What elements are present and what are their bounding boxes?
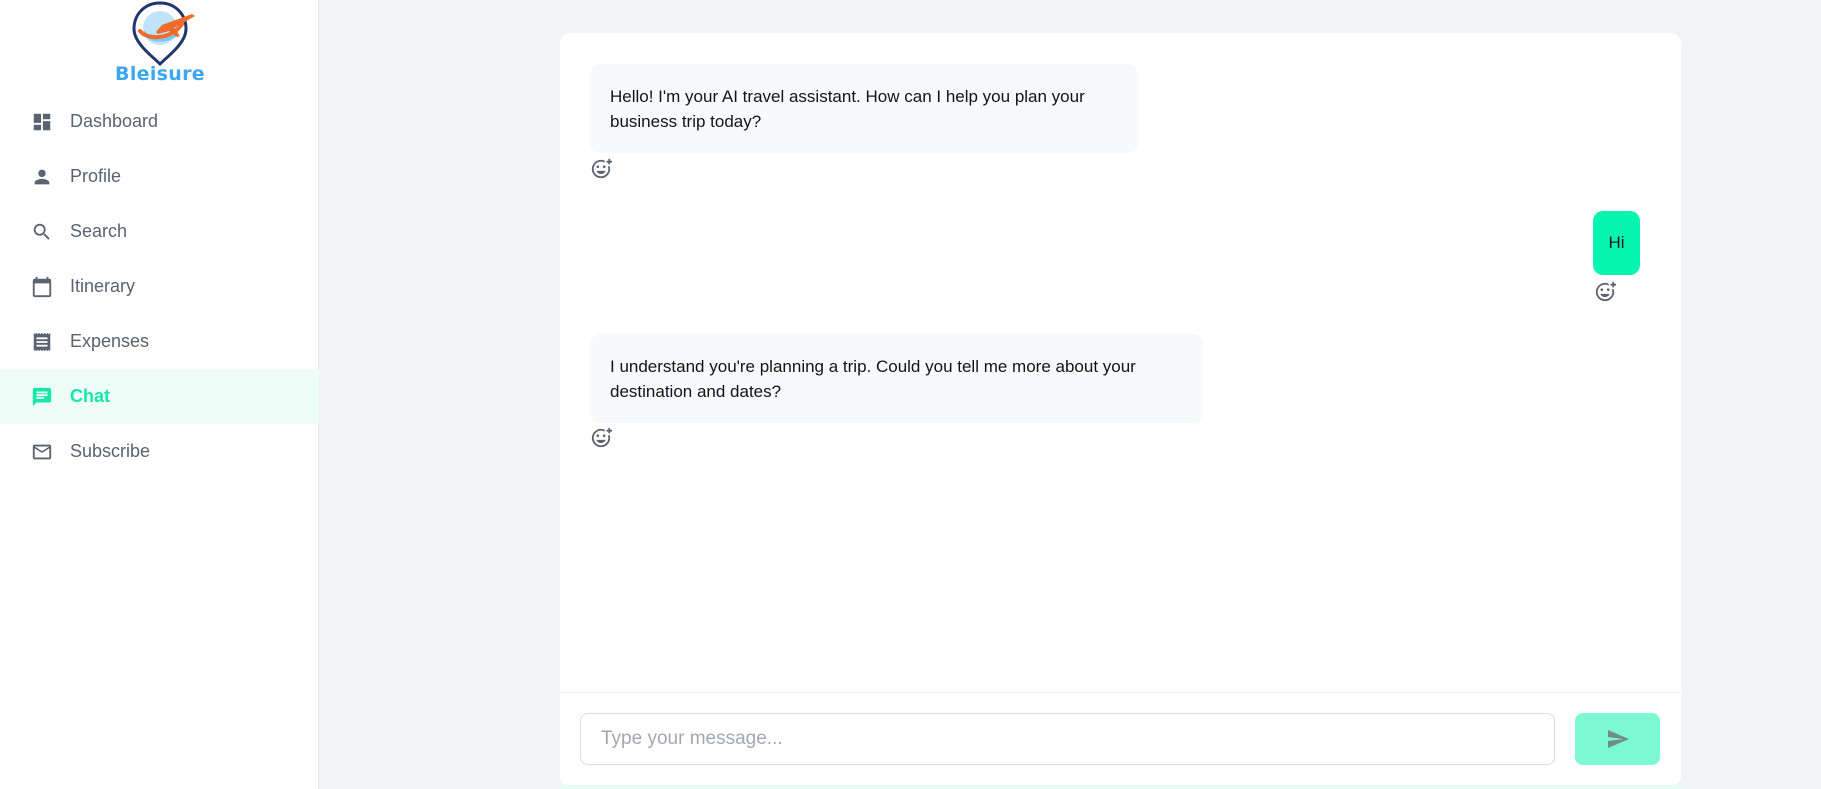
chat-panel: Hello! I'm your AI travel assistant. How…: [560, 33, 1681, 786]
add-reaction-icon[interactable]: [1594, 281, 1616, 303]
add-reaction-icon[interactable]: [590, 158, 612, 180]
sidebar-item-subscribe[interactable]: Subscribe: [0, 424, 319, 479]
bot-message: I understand you're planning a trip. Cou…: [590, 334, 1203, 423]
sidebar-item-dashboard[interactable]: Dashboard: [0, 94, 319, 149]
mail-icon: [31, 441, 53, 463]
message-input[interactable]: [580, 713, 1555, 765]
person-icon: [31, 166, 53, 188]
sidebar-item-label: Profile: [70, 166, 122, 186]
sidebar-item-itinerary[interactable]: Itinerary: [0, 259, 319, 314]
sidebar-nav: Dashboard Profile Search Itinerary Expen…: [0, 94, 319, 479]
message-list[interactable]: Hello! I'm your AI travel assistant. How…: [560, 33, 1681, 692]
sidebar-item-label: Dashboard: [70, 111, 159, 131]
sidebar-item-label: Itinerary: [70, 276, 136, 296]
search-icon: [31, 221, 53, 243]
sidebar-item-label: Expenses: [70, 331, 150, 351]
composer-divider: [560, 692, 1681, 693]
panel-bottom-strip: [560, 785, 1681, 789]
add-reaction-icon[interactable]: [590, 427, 612, 449]
sidebar: Bleisure Dashboard Profile Search Itiner…: [0, 0, 319, 789]
sidebar-item-profile[interactable]: Profile: [0, 149, 319, 204]
message-text: I understand you're planning a trip. Cou…: [610, 357, 1136, 401]
message-text: Hi: [1608, 233, 1625, 252]
dashboard-icon: [31, 111, 53, 133]
sidebar-item-search[interactable]: Search: [0, 204, 319, 259]
receipt-icon: [31, 331, 53, 353]
calendar-icon: [31, 276, 53, 298]
message-text: Hello! I'm your AI travel assistant. How…: [610, 87, 1085, 131]
send-button[interactable]: [1575, 713, 1660, 765]
brand-logo[interactable]: Bleisure: [108, 0, 212, 88]
send-icon: [1607, 730, 1629, 748]
sidebar-item-label: Subscribe: [70, 441, 151, 461]
sidebar-item-expenses[interactable]: Expenses: [0, 314, 319, 369]
user-message: Hi: [1593, 211, 1640, 275]
sidebar-item-label: Search: [70, 221, 128, 241]
brand-name: Bleisure: [115, 63, 205, 85]
bot-message: Hello! I'm your AI travel assistant. How…: [590, 64, 1138, 153]
sidebar-item-chat[interactable]: Chat: [0, 369, 319, 424]
sidebar-item-label: Chat: [70, 386, 110, 406]
chat-icon: [31, 386, 53, 408]
map-pin-airplane-logo-icon: [132, 1, 195, 67]
